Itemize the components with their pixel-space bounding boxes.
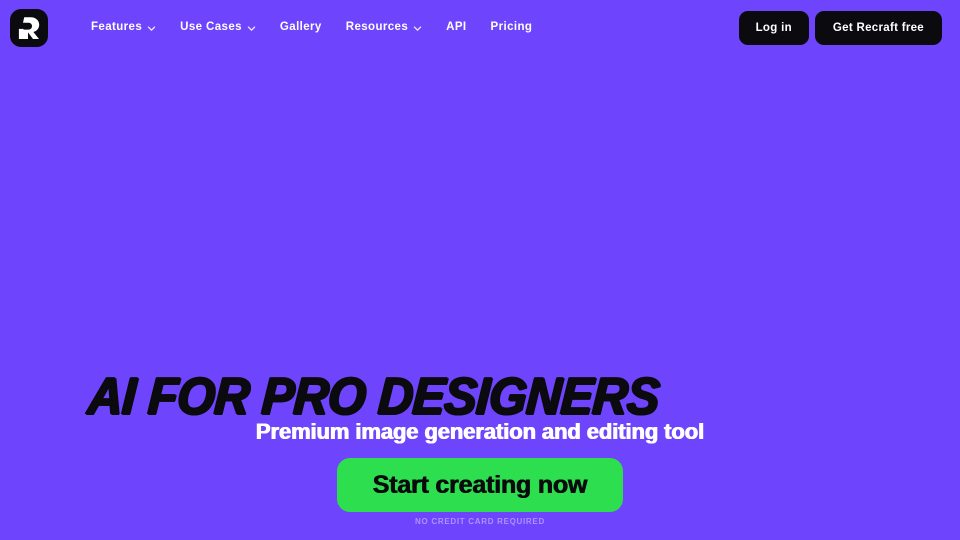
nav-item-label: Gallery (279, 21, 322, 34)
site-header: Features Use Cases Gallery Resources API… (0, 0, 960, 56)
nav-item-label: Use Cases (180, 21, 242, 34)
hero-subheadline: Premium image generation and editing too… (255, 419, 705, 444)
main-navigation: Features Use Cases Gallery Resources API… (79, 13, 544, 43)
nav-item-gallery[interactable]: Gallery (268, 13, 334, 43)
nav-item-label: Resources (345, 21, 409, 34)
login-button[interactable]: Log in (738, 11, 809, 45)
nav-item-resources[interactable]: Resources (334, 13, 434, 43)
header-actions: Log in Get Recraft free (738, 11, 950, 45)
chevron-down-icon (413, 24, 422, 33)
nav-item-label: API (446, 21, 467, 34)
hero-headline: AI FOR PRO DESIGNERS (86, 368, 661, 426)
chevron-down-icon (247, 24, 256, 33)
recraft-logo-icon[interactable] (10, 9, 48, 47)
hero-cta-container: Start creating now (0, 458, 960, 512)
chevron-down-icon (147, 24, 156, 33)
no-credit-card-note: NO CREDIT CARD REQUIRED (415, 517, 545, 526)
nav-item-features[interactable]: Features (79, 13, 168, 43)
start-creating-now-button[interactable]: Start creating now (337, 458, 623, 512)
nav-item-label: Pricing (490, 21, 533, 34)
get-recraft-free-button[interactable]: Get Recraft free (814, 11, 942, 45)
nav-item-use-cases[interactable]: Use Cases (168, 13, 268, 43)
nav-item-api[interactable]: API (434, 13, 478, 43)
nav-item-label: Features (91, 21, 143, 34)
nav-item-pricing[interactable]: Pricing (479, 13, 545, 43)
hero-section: AI FOR PRO DESIGNERS Premium image gener… (0, 0, 960, 540)
landing-page: Features Use Cases Gallery Resources API… (0, 0, 960, 540)
recraft-logo-glyph (18, 17, 40, 39)
